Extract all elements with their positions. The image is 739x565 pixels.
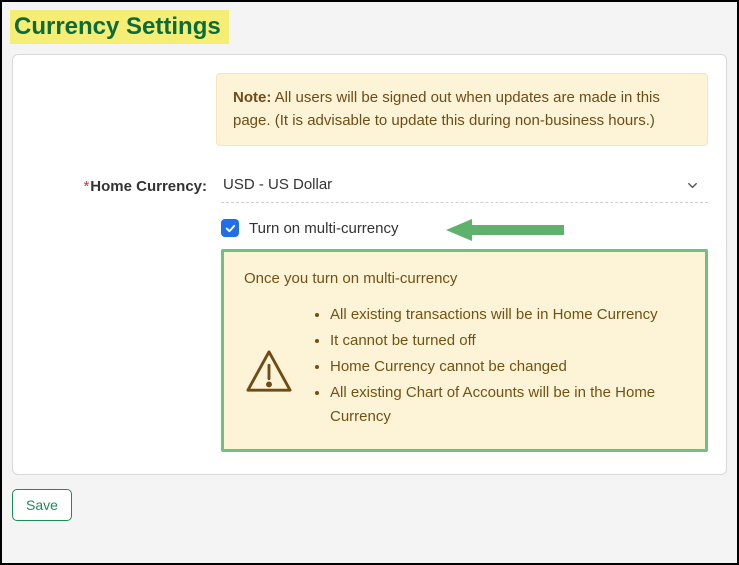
note-label: Note: (233, 89, 271, 106)
home-currency-label: Home Currency: (90, 178, 207, 195)
warning-item: All existing transactions will be in Hom… (330, 303, 685, 327)
warning-item: Home Currency cannot be changed (330, 355, 685, 379)
save-button[interactable]: Save (12, 489, 72, 521)
home-currency-row: *Home Currency: USD - US Dollar (31, 170, 708, 203)
multi-currency-label: Turn on multi-currency (249, 220, 399, 237)
warning-triangle-icon (244, 303, 304, 431)
chevron-down-icon (685, 178, 700, 198)
home-currency-select[interactable]: USD - US Dollar (221, 170, 708, 203)
home-currency-value: USD - US Dollar (223, 176, 332, 193)
multi-currency-row: Turn on multi-currency (221, 219, 708, 237)
annotation-arrow-icon (446, 217, 566, 248)
note-text: All users will be signed out when update… (233, 89, 660, 129)
multi-currency-checkbox[interactable] (221, 219, 239, 237)
note-box: Note: All users will be signed out when … (216, 73, 708, 146)
warning-item: All existing Chart of Accounts will be i… (330, 381, 685, 429)
warning-item: It cannot be turned off (330, 329, 685, 353)
warning-list: All existing transactions will be in Hom… (304, 303, 685, 431)
warning-heading: Once you turn on multi-currency (244, 270, 685, 287)
multi-currency-warning-panel: Once you turn on multi-currency All exis… (221, 249, 708, 452)
home-currency-label-col: *Home Currency: (31, 178, 221, 195)
page-title: Currency Settings (10, 10, 229, 44)
settings-card: Note: All users will be signed out when … (12, 54, 727, 475)
required-asterisk: * (83, 178, 89, 195)
